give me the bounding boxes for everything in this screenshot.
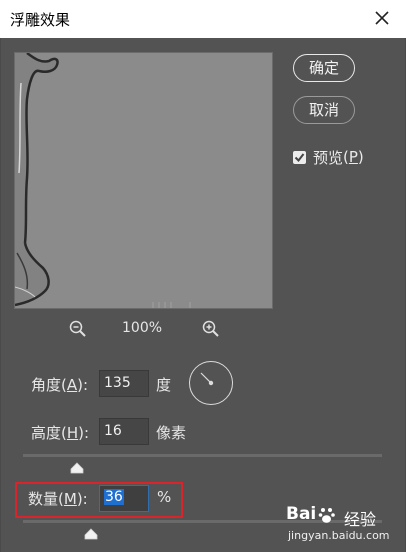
checkmark-icon (294, 152, 305, 162)
angle-accel: A (66, 376, 78, 394)
title-bar: 浮雕效果 (0, 0, 406, 39)
dial-needle-icon (200, 372, 213, 385)
ok-button[interactable]: 确定 (293, 54, 355, 82)
height-accel: H (66, 424, 79, 442)
preview-checkbox[interactable] (293, 150, 306, 164)
height-label: 高度(H): (31, 424, 90, 442)
paw-logo-icon (318, 508, 335, 523)
preview-accel: P (348, 148, 358, 166)
height-input[interactable]: 16 (99, 418, 149, 445)
amount-unit: % (157, 488, 172, 506)
zoom-out-icon[interactable] (69, 320, 87, 342)
window-title: 浮雕效果 (10, 11, 71, 29)
angle-label: 角度(A): (31, 376, 89, 394)
amount-slider-thumb[interactable] (84, 525, 98, 544)
watermark-brand: Bai (286, 504, 317, 524)
baidu-watermark: Bai 经验 jingyan.baidu.com (282, 504, 402, 548)
preview-canvas[interactable] (14, 52, 273, 309)
close-icon[interactable] (372, 8, 392, 28)
amount-accel: M (63, 490, 77, 508)
amount-label: 数量(M): (28, 490, 88, 508)
preview-toggle[interactable]: 预览(P) (293, 147, 364, 167)
angle-label-text: 角度 (31, 376, 62, 394)
height-slider-thumb[interactable] (70, 459, 84, 478)
height-unit: 像素 (156, 424, 187, 442)
preview-label: 预览 (313, 148, 344, 167)
height-label-text: 高度 (31, 424, 62, 442)
cancel-button[interactable]: 取消 (293, 96, 355, 124)
watermark-url: jingyan.baidu.com (288, 529, 390, 542)
zoom-level: 100% (122, 320, 163, 336)
amount-label-text: 数量 (28, 490, 59, 508)
amount-input[interactable]: 36 (99, 485, 149, 512)
height-slider-track[interactable] (23, 454, 382, 457)
amount-value: 36 (104, 489, 124, 505)
angle-dial[interactable] (189, 361, 233, 405)
zoom-in-icon[interactable] (202, 320, 220, 342)
watermark-brand-cn: 经验 (344, 510, 377, 529)
preview-image (15, 53, 272, 308)
angle-unit: 度 (156, 376, 172, 394)
zoom-controls: 100% (0, 319, 406, 341)
angle-input[interactable]: 135 (99, 370, 149, 397)
